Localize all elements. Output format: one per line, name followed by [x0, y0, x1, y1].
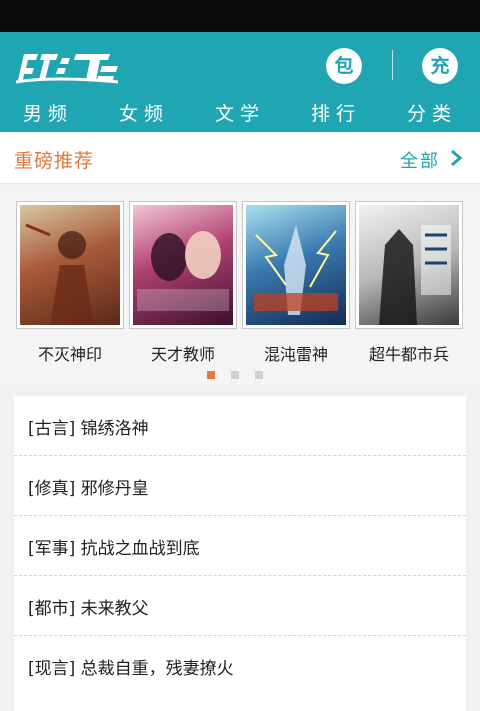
book-cover[interactable]: [355, 201, 463, 329]
book-title[interactable]: 不灭神印: [16, 341, 124, 365]
list-item[interactable]: [都市] 未来教父: [14, 576, 466, 636]
app-logo: [14, 46, 126, 86]
book-card[interactable]: 超牛都市兵: [355, 201, 463, 365]
featured-carousel: 不灭神印 天才教师 混沌雷神 超牛都市兵: [0, 185, 480, 385]
carousel-dot[interactable]: [207, 371, 215, 379]
book-card[interactable]: 天才教师: [129, 201, 237, 365]
tab-male[interactable]: 男频: [0, 96, 96, 132]
book-card[interactable]: 不灭神印: [16, 201, 124, 365]
book-card[interactable]: 混沌雷神: [242, 201, 350, 365]
carousel-dot[interactable]: [231, 371, 239, 379]
book-cover[interactable]: [16, 201, 124, 329]
list-item-text[interactable]: [都市] 未来教父: [28, 594, 149, 619]
list-item-text[interactable]: [军事] 抗战之血战到底: [28, 534, 200, 559]
category-nav: 男频 女频 文学 排行 分类: [0, 96, 480, 132]
featured-section-header: 重磅推荐 全部: [0, 132, 480, 184]
view-all-link[interactable]: 全部: [400, 147, 440, 173]
list-item-text[interactable]: [修真] 邪修丹皇: [28, 474, 149, 499]
book-title[interactable]: 天才教师: [129, 341, 237, 365]
section-title: 重磅推荐: [14, 150, 95, 172]
book-title[interactable]: 超牛都市兵: [355, 341, 463, 365]
list-item[interactable]: [现言] 总裁自重，残妻撩火: [14, 636, 466, 696]
book-cover[interactable]: [129, 201, 237, 329]
tab-literature[interactable]: 文学: [192, 96, 288, 132]
app-header: 包 充 男频 女频 文学 排行 分类: [0, 32, 480, 132]
list-item[interactable]: [古言] 锦绣洛神: [14, 396, 466, 456]
chevron-right-icon[interactable]: [448, 149, 464, 167]
header-divider: [392, 50, 393, 80]
logo-icon: [15, 54, 119, 84]
bag-button[interactable]: 包: [326, 48, 362, 84]
carousel-pagination: [207, 371, 267, 381]
book-cover[interactable]: [242, 201, 350, 329]
recharge-button[interactable]: 充: [422, 48, 458, 84]
list-item[interactable]: [修真] 邪修丹皇: [14, 456, 466, 516]
list-item-text[interactable]: [现言] 总裁自重，残妻撩火: [28, 654, 234, 679]
carousel-dot[interactable]: [255, 371, 263, 379]
book-list: [古言] 锦绣洛神 [修真] 邪修丹皇 [军事] 抗战之血战到底 [都市] 未来…: [14, 396, 466, 711]
status-bar: [0, 0, 480, 32]
tab-female[interactable]: 女频: [96, 96, 192, 132]
tab-ranking[interactable]: 排行: [288, 96, 384, 132]
book-title[interactable]: 混沌雷神: [242, 341, 350, 365]
tab-category[interactable]: 分类: [384, 96, 480, 132]
list-item[interactable]: [军事] 抗战之血战到底: [14, 516, 466, 576]
list-item-text[interactable]: [古言] 锦绣洛神: [28, 414, 149, 439]
